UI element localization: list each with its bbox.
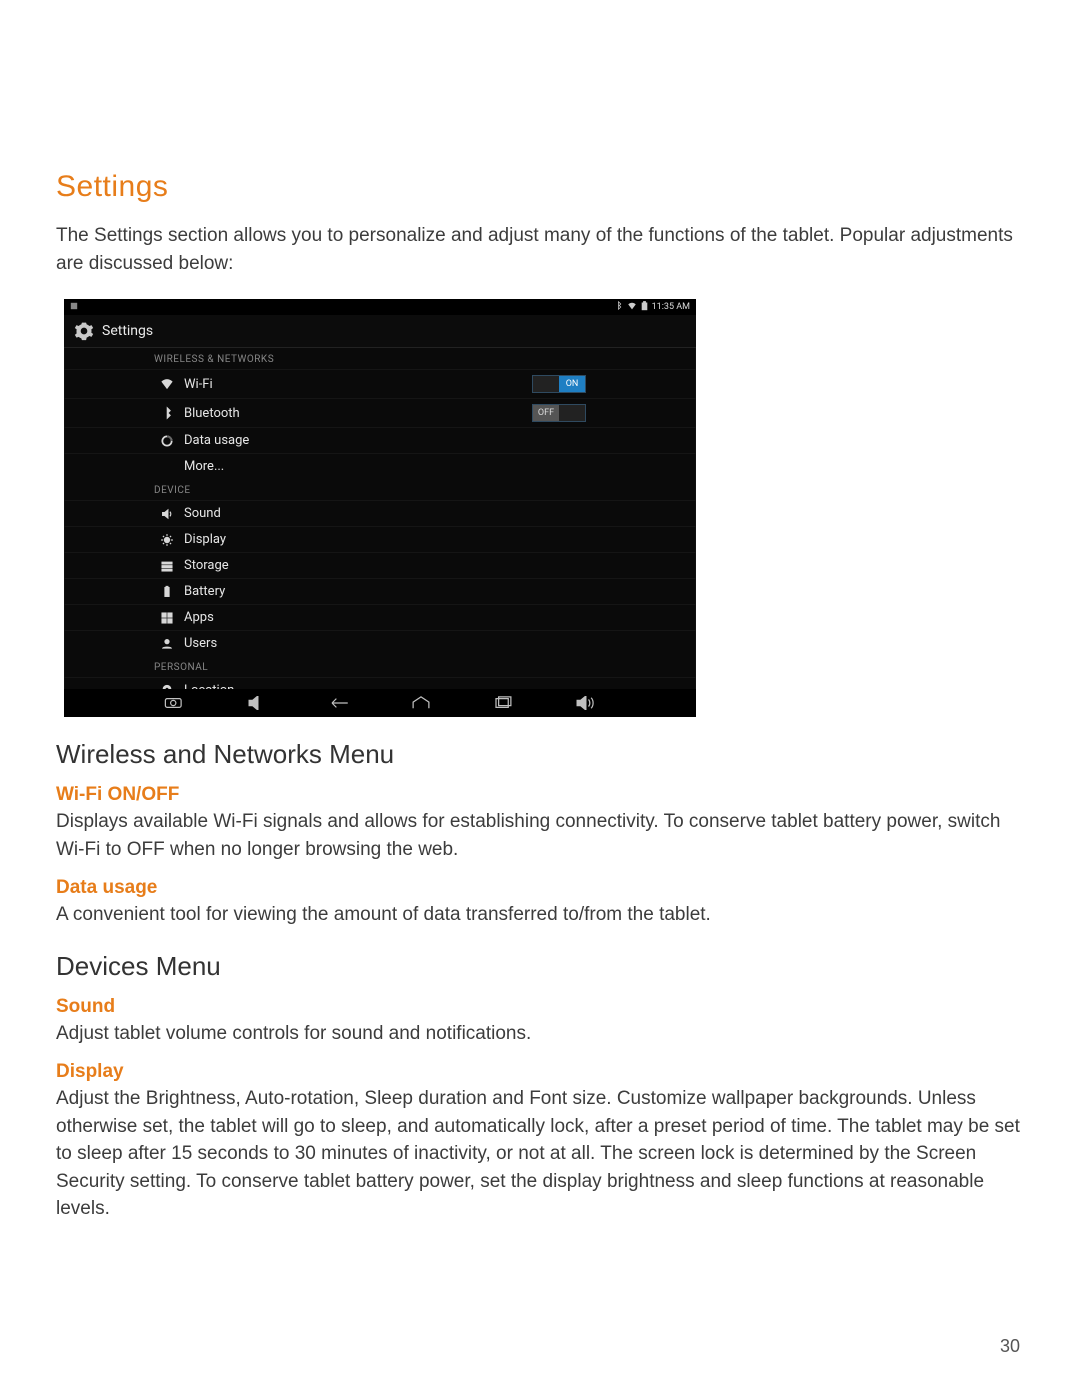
settings-row-battery[interactable]: Battery	[64, 578, 696, 604]
nav-home-icon[interactable]	[409, 695, 433, 711]
category-personal: PERSONAL	[64, 656, 696, 677]
data-usage-label: Data usage	[184, 433, 249, 448]
wifi-status-icon	[627, 301, 637, 314]
paragraph-sound: Adjust tablet volume controls for sound …	[56, 1020, 1024, 1048]
settings-app-title: Settings	[102, 323, 153, 339]
apps-label: Apps	[184, 610, 214, 625]
settings-screenshot: 11:35 AM Settings WIRELESS & NETWORKS Wi…	[64, 299, 696, 717]
settings-row-storage[interactable]: Storage	[64, 552, 696, 578]
page-title: Settings	[56, 170, 1024, 204]
bluetooth-label: Bluetooth	[184, 406, 240, 421]
nav-back-icon[interactable]	[327, 695, 351, 711]
android-nav-bar	[64, 689, 696, 717]
battery-label: Battery	[184, 584, 225, 599]
nav-volume-up-icon[interactable]	[573, 695, 597, 711]
nav-recent-icon[interactable]	[491, 695, 515, 711]
status-left-icon	[70, 302, 78, 313]
storage-icon	[160, 559, 174, 573]
settings-row-users[interactable]: Users	[64, 630, 696, 656]
users-label: Users	[184, 636, 217, 651]
settings-row-apps[interactable]: Apps	[64, 604, 696, 630]
subheading-sound: Sound	[56, 996, 1024, 1018]
subheading-data-usage: Data usage	[56, 877, 1024, 899]
subheading-display: Display	[56, 1061, 1024, 1083]
bluetooth-toggle[interactable]: OFF	[532, 404, 586, 422]
category-device: DEVICE	[64, 479, 696, 500]
settings-row-more[interactable]: More...	[64, 453, 696, 479]
more-label: More...	[184, 459, 224, 474]
status-time: 11:35 AM	[652, 302, 690, 312]
paragraph-data-usage: A convenient tool for viewing the amount…	[56, 901, 1024, 929]
display-icon	[160, 533, 174, 547]
settings-app-header: Settings	[64, 315, 696, 348]
battery-icon	[160, 585, 174, 599]
nav-volume-down-icon[interactable]	[245, 695, 269, 711]
storage-label: Storage	[184, 558, 229, 573]
wifi-label: Wi-Fi	[184, 377, 213, 392]
intro-paragraph: The Settings section allows you to perso…	[56, 222, 1024, 277]
heading-wireless-networks: Wireless and Networks Menu	[56, 739, 1024, 770]
bluetooth-status-icon	[614, 301, 623, 313]
sound-label: Sound	[184, 506, 221, 521]
settings-row-sound[interactable]: Sound	[64, 500, 696, 526]
sound-icon	[160, 507, 174, 521]
paragraph-wifi-onoff: Displays available Wi-Fi signals and all…	[56, 808, 1024, 863]
subheading-wifi-onoff: Wi-Fi ON/OFF	[56, 784, 1024, 806]
paragraph-display: Adjust the Brightness, Auto-rotation, Sl…	[56, 1085, 1024, 1223]
settings-row-bluetooth[interactable]: Bluetooth OFF	[64, 398, 696, 427]
settings-row-display[interactable]: Display	[64, 526, 696, 552]
gear-icon	[74, 321, 94, 341]
apps-icon	[160, 611, 174, 625]
bluetooth-icon	[160, 406, 174, 420]
battery-status-icon	[641, 301, 648, 314]
page-number: 30	[1000, 1336, 1020, 1357]
settings-row-wifi[interactable]: Wi-Fi ON	[64, 369, 696, 398]
settings-row-data-usage[interactable]: Data usage	[64, 427, 696, 453]
status-bar: 11:35 AM	[64, 299, 696, 315]
page: Settings The Settings section allows you…	[0, 0, 1080, 1397]
heading-devices-menu: Devices Menu	[56, 951, 1024, 982]
wifi-icon	[160, 377, 174, 391]
display-label: Display	[184, 532, 226, 547]
wifi-toggle[interactable]: ON	[532, 375, 586, 393]
category-wireless: WIRELESS & NETWORKS	[64, 348, 696, 369]
users-icon	[160, 637, 174, 651]
nav-camera-icon[interactable]	[163, 695, 187, 711]
data-usage-icon	[160, 434, 174, 448]
